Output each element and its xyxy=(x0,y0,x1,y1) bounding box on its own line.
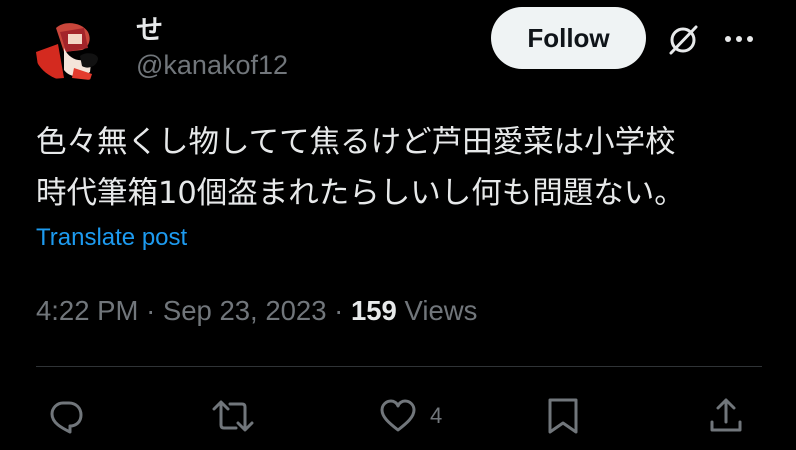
more-options-icon[interactable] xyxy=(722,26,756,52)
tweet-meta: 4:22 PM · Sep 23, 2023 · 159 Views xyxy=(36,295,477,327)
views-count: 159 xyxy=(350,295,397,326)
reply-button[interactable] xyxy=(46,396,86,436)
follow-button[interactable]: Follow xyxy=(491,7,646,69)
tweet-text: 色々無くし物してて焦るけど芦田愛菜は小学校 時代筆箱10個盗まれたらしいし何も問… xyxy=(36,125,685,211)
repost-icon xyxy=(212,400,254,432)
like-count: 4 xyxy=(430,403,443,428)
bookmark-button[interactable] xyxy=(546,396,580,436)
avatar[interactable] xyxy=(34,18,114,82)
user-handle[interactable]: @kanakof12 xyxy=(136,50,288,81)
bookmark-icon xyxy=(548,398,578,434)
meta-separator: · xyxy=(334,295,344,326)
share-icon xyxy=(710,398,742,432)
divider xyxy=(36,366,762,367)
views-label: Views xyxy=(404,295,478,326)
reply-icon xyxy=(50,401,83,434)
tweet-date[interactable]: Sep 23, 2023 xyxy=(163,295,327,326)
repost-button[interactable] xyxy=(212,396,254,436)
avatar-illustration xyxy=(34,18,114,82)
display-name[interactable]: せ xyxy=(136,8,163,47)
meta-separator: · xyxy=(146,295,156,326)
translate-post-link[interactable]: Translate post xyxy=(36,224,187,252)
heart-icon xyxy=(380,399,416,432)
like-button[interactable]: 4 xyxy=(378,396,442,436)
tweet-time[interactable]: 4:22 PM xyxy=(36,295,138,326)
share-button[interactable] xyxy=(708,396,744,436)
grok-icon[interactable] xyxy=(665,22,701,58)
